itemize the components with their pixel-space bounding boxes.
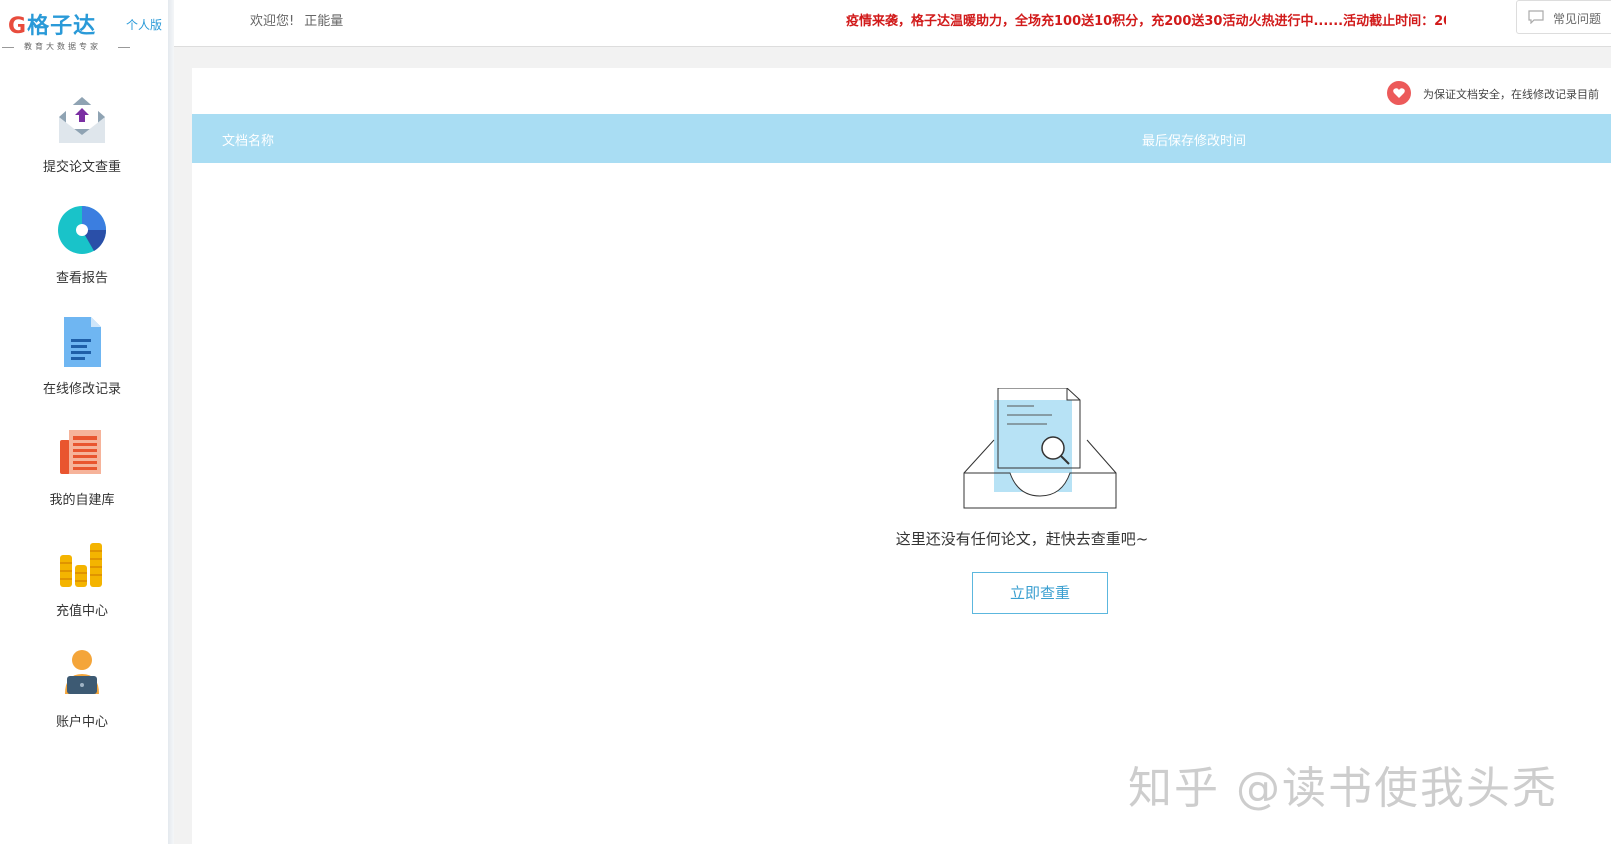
logo-tagline: 教育大数据专家	[24, 42, 101, 51]
user-account-icon	[65, 650, 99, 694]
sidebar-item-account[interactable]: 账户中心	[0, 650, 164, 750]
sidebar-item-label: 账户中心	[55, 715, 108, 730]
security-notice: 为保证文档安全，在线修改记录目前	[1387, 81, 1611, 107]
coins-icon	[60, 543, 102, 587]
sidebar-item-label: 在线修改记录	[42, 382, 121, 397]
start-check-button[interactable]: 立即查重	[972, 572, 1108, 614]
logo-version: 个人版	[126, 18, 163, 32]
empty-inbox-document-icon	[963, 388, 1117, 509]
pie-chart-icon	[58, 206, 107, 254]
logo-divider	[2, 47, 14, 48]
sidebar-border	[168, 0, 174, 844]
username[interactable]: 正能量	[304, 14, 343, 29]
sidebar-item-my-library[interactable]: 我的自建库	[0, 428, 164, 528]
table-header: 文档名称 最后保存修改时间	[192, 114, 1611, 163]
upload-envelope-icon	[59, 97, 105, 143]
heart-icon	[1387, 81, 1411, 105]
library-icon	[60, 430, 101, 474]
sidebar-item-label: 充值中心	[55, 604, 108, 619]
column-header-document-name: 文档名称	[222, 134, 275, 149]
faq-button[interactable]: 常见问题	[1516, 0, 1611, 34]
watermark: 知乎 @读书使我头秃	[1128, 763, 1558, 814]
sidebar: G格子达 个人版 教育大数据专家 提交论文查重 查看报告 在线修改记录 我的自建…	[0, 0, 168, 844]
empty-state-message: 这里还没有任何论文，赶快去查重吧~	[895, 530, 1149, 548]
logo-divider	[118, 47, 130, 48]
column-header-last-modified: 最后保存修改时间	[1142, 134, 1247, 149]
sidebar-item-label: 提交论文查重	[42, 160, 121, 175]
chat-bubble-icon	[1528, 10, 1544, 24]
sidebar-item-label: 查看报告	[55, 271, 108, 286]
sidebar-item-submit-check[interactable]: 提交论文查重	[0, 95, 164, 195]
sidebar-item-recharge[interactable]: 充值中心	[0, 539, 164, 639]
logo-mark-icon: G	[8, 14, 28, 39]
faq-label: 常见问题	[1553, 12, 1602, 26]
welcome-message: 欢迎您! 正能量	[250, 10, 353, 29]
logo[interactable]: G格子达 个人版 教育大数据专家	[2, 8, 168, 54]
sidebar-item-label: 我的自建库	[49, 493, 115, 508]
main-panel: 为保证文档安全，在线修改记录目前 文档名称 最后保存修改时间 这里还没有任何论文…	[192, 68, 1611, 844]
top-bar: 欢迎您! 正能量 疫情来袭，格子达温暖助力，全场充100送10积分，充200送30…	[174, 0, 1611, 47]
security-notice-text: 为保证文档安全，在线修改记录目前	[1423, 88, 1599, 101]
document-icon	[64, 317, 101, 367]
logo-brand: G格子达	[8, 14, 97, 39]
welcome-text: 欢迎您!	[250, 14, 295, 29]
announcement-marquee[interactable]: 疫情来袭，格子达温暖助力，全场充100送10积分，充200送30活动火热进行中.…	[846, 10, 1446, 29]
sidebar-item-view-report[interactable]: 查看报告	[0, 206, 164, 306]
sidebar-item-online-edit-records[interactable]: 在线修改记录	[0, 317, 164, 417]
